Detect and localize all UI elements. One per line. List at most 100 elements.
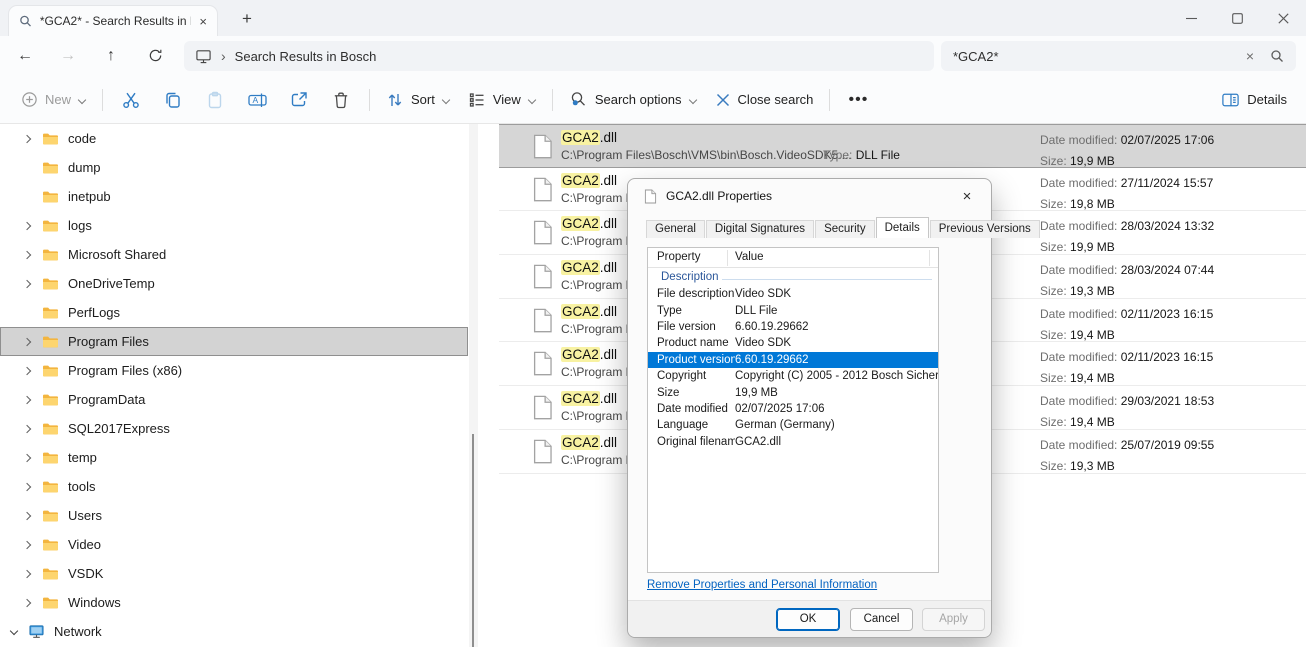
- cancel-button[interactable]: Cancel: [850, 608, 913, 631]
- file-row[interactable]: GCA2.dllC:\Program Files\Bosch\VMS\bin\B…: [499, 124, 1306, 168]
- sidebar-item-onedrivetemp[interactable]: OneDriveTemp: [0, 269, 468, 298]
- sidebar-item-inetpub[interactable]: inetpub: [0, 182, 468, 211]
- folder-icon: [42, 509, 59, 523]
- remove-properties-link[interactable]: Remove Properties and Personal Informati…: [647, 579, 877, 591]
- chevron-right-icon[interactable]: [20, 131, 36, 147]
- view-button[interactable]: View: [459, 82, 545, 118]
- dialog-close-icon[interactable]: ×: [956, 186, 978, 208]
- chevron-down-icon[interactable]: [6, 624, 22, 640]
- toolbar-separator: [552, 89, 553, 111]
- sidebar-item-vsdk[interactable]: VSDK: [0, 559, 468, 588]
- property-row-size[interactable]: Size19,9 MB: [648, 384, 938, 400]
- property-row-file-description[interactable]: File descriptionVideo SDK: [648, 286, 938, 302]
- sidebar-item-dump[interactable]: dump: [0, 153, 468, 182]
- refresh-button[interactable]: [138, 40, 172, 72]
- sidebar-item-temp[interactable]: temp: [0, 443, 468, 472]
- address-bar: ← → ↑ › Search Results in Bosch *GCA2* ×: [0, 36, 1306, 76]
- new-tab-button[interactable]: +: [234, 7, 260, 31]
- property-row-language[interactable]: LanguageGerman (Germany): [648, 417, 938, 433]
- sidebar-item-logs[interactable]: logs: [0, 211, 468, 240]
- sidebar-item-sql2017express[interactable]: SQL2017Express: [0, 414, 468, 443]
- maximize-button[interactable]: [1214, 0, 1260, 36]
- rename-button[interactable]: A: [236, 82, 278, 118]
- chevron-right-icon[interactable]: [20, 566, 36, 582]
- property-row-date-modified[interactable]: Date modified02/07/2025 17:06: [648, 401, 938, 417]
- property-row-product-version[interactable]: Product version6.60.19.29662: [648, 352, 938, 368]
- property-name: Date modified: [648, 403, 735, 415]
- dialog-tab-general[interactable]: General: [646, 220, 705, 238]
- property-row-type[interactable]: TypeDLL File: [648, 302, 938, 318]
- sidebar-item-windows[interactable]: Windows: [0, 588, 468, 617]
- back-button[interactable]: ←: [8, 40, 42, 72]
- breadcrumb[interactable]: Search Results in Bosch: [235, 49, 377, 64]
- chevron-right-icon[interactable]: [20, 421, 36, 437]
- sidebar-item-network[interactable]: Network: [0, 617, 468, 646]
- sidebar-item-tools[interactable]: tools: [0, 472, 468, 501]
- property-row-product-name[interactable]: Product nameVideo SDK: [648, 335, 938, 351]
- property-row-original-filename[interactable]: Original filenameGCA2.dll: [648, 434, 938, 450]
- dialog-tab-previous-versions[interactable]: Previous Versions: [930, 220, 1040, 238]
- property-row-copyright[interactable]: CopyrightCopyright (C) 2005 - 2012 Bosch…: [648, 368, 938, 384]
- chevron-right-icon[interactable]: [20, 508, 36, 524]
- toolbar-separator: [102, 89, 103, 111]
- scrollbar-thumb[interactable]: [472, 434, 474, 647]
- column-divider[interactable]: [929, 250, 930, 266]
- details-pane-button[interactable]: Details: [1212, 82, 1296, 118]
- dialog-tab-details[interactable]: Details: [876, 217, 929, 238]
- clear-search-icon[interactable]: ×: [1246, 48, 1270, 64]
- close-search-button[interactable]: Close search: [706, 82, 823, 118]
- dialog-tab-digital-signatures[interactable]: Digital Signatures: [706, 220, 814, 238]
- file-icon: [532, 395, 553, 425]
- chevron-right-icon[interactable]: [20, 392, 36, 408]
- new-button[interactable]: New: [12, 82, 95, 118]
- search-box[interactable]: *GCA2* ×: [941, 41, 1296, 71]
- paste-button[interactable]: [194, 82, 236, 118]
- forward-button[interactable]: →: [51, 40, 85, 72]
- delete-button[interactable]: [320, 82, 362, 118]
- up-button[interactable]: ↑: [94, 40, 128, 72]
- column-header-value: Value: [735, 251, 764, 263]
- chevron-right-icon[interactable]: [20, 363, 36, 379]
- sidebar-item-microsoft-shared[interactable]: Microsoft Shared: [0, 240, 468, 269]
- search-input-value[interactable]: *GCA2*: [953, 49, 999, 64]
- chevron-right-icon[interactable]: [20, 450, 36, 466]
- chevron-right-icon[interactable]: [20, 334, 36, 350]
- property-row-file-version[interactable]: File version6.60.19.29662: [648, 319, 938, 335]
- copy-button[interactable]: [152, 82, 194, 118]
- chevron-right-icon[interactable]: [20, 247, 36, 263]
- chevron-right-icon[interactable]: [20, 276, 36, 292]
- sidebar-item-program-files[interactable]: Program Files: [0, 327, 468, 356]
- sidebar-item-users[interactable]: Users: [0, 501, 468, 530]
- sidebar-scrollbar[interactable]: [469, 124, 478, 647]
- ok-button[interactable]: OK: [776, 608, 840, 631]
- dialog-title: GCA2.dll Properties: [666, 189, 772, 203]
- close-button[interactable]: [1260, 0, 1306, 36]
- folder-icon: [42, 132, 59, 146]
- sidebar-item-perflogs[interactable]: PerfLogs: [0, 298, 468, 327]
- more-options-button[interactable]: •••: [837, 82, 879, 118]
- tab-close-icon[interactable]: ×: [199, 15, 207, 28]
- sidebar-item-programdata[interactable]: ProgramData: [0, 385, 468, 414]
- sidebar-item-video[interactable]: Video: [0, 530, 468, 559]
- sort-button[interactable]: Sort: [377, 82, 459, 118]
- cut-button[interactable]: [110, 82, 152, 118]
- share-button[interactable]: [278, 82, 320, 118]
- properties-dialog: GCA2.dll Properties × GeneralDigital Sig…: [627, 178, 992, 638]
- column-divider[interactable]: [727, 250, 728, 266]
- chevron-right-icon[interactable]: [20, 537, 36, 553]
- search-icon[interactable]: [1270, 49, 1284, 63]
- chevron-right-icon[interactable]: [20, 595, 36, 611]
- chevron-right-icon[interactable]: [20, 479, 36, 495]
- explorer-tab[interactable]: *GCA2* - Search Results in Bo ×: [8, 5, 218, 36]
- svg-text:A: A: [252, 95, 258, 105]
- dialog-tab-security[interactable]: Security: [815, 220, 875, 238]
- search-options-button[interactable]: Search options: [560, 82, 706, 118]
- apply-button[interactable]: Apply: [922, 608, 985, 631]
- chevron-right-icon[interactable]: [20, 218, 36, 234]
- address-box[interactable]: › Search Results in Bosch: [184, 41, 934, 71]
- minimize-button[interactable]: [1168, 0, 1214, 36]
- property-name: Copyright: [648, 370, 735, 382]
- sidebar-item-code[interactable]: code: [0, 124, 468, 153]
- folder-icon: [42, 538, 59, 552]
- sidebar-item-program-files-x86-[interactable]: Program Files (x86): [0, 356, 468, 385]
